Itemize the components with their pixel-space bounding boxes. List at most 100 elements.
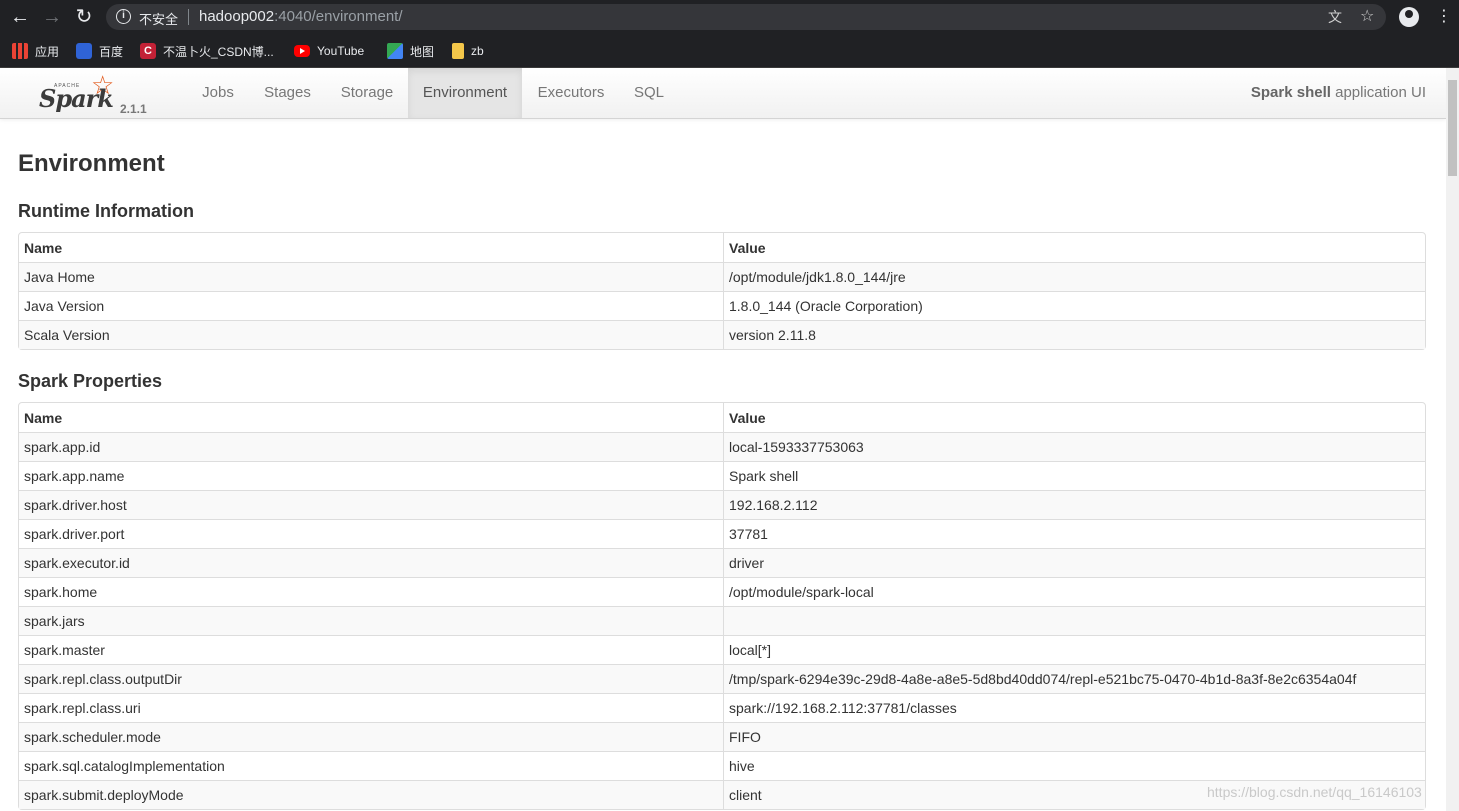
property-value-cell: driver [723, 548, 1425, 577]
spark-logo[interactable]: ☆ APACHE Spark 2.1.1 [36, 71, 156, 116]
version-label: 2.1.1 [120, 102, 147, 116]
spark-properties-table-body: spark.app.id local-1593337753063 spark.app… [19, 432, 1425, 809]
property-value-cell: 1.8.0_144 (Oracle Corporation) [723, 291, 1425, 320]
column-header-value[interactable]: Value [723, 403, 1425, 432]
bookmark-label: 地图 [410, 44, 435, 59]
back-arrow-icon[interactable]: ← [8, 5, 32, 29]
page-title: Environment [18, 150, 165, 177]
url-path: :4040/environment/ [274, 8, 403, 25]
property-value-cell: /opt/module/jdk1.8.0_144/jre [723, 262, 1425, 291]
maps-icon [387, 43, 403, 59]
url-host: hadoop002 [199, 8, 275, 25]
star-icon[interactable]: ☆ [1360, 9, 1374, 25]
property-value-cell: 37781 [723, 519, 1425, 548]
table-header-row: Name Value [19, 233, 1425, 262]
property-name-cell: spark.repl.class.uri [19, 693, 723, 722]
apps-grid-icon [12, 43, 28, 59]
scrollbar-thumb[interactable] [1448, 80, 1457, 176]
property-value-cell: hive [723, 751, 1425, 780]
table-row: Java Home/opt/module/jdk1.8.0_144/jre [19, 262, 1425, 291]
tab-environment[interactable]: Environment [408, 68, 522, 118]
table-row: Scala Version version 2.11.8 [19, 320, 1425, 349]
property-name-cell: spark.sql.catalogImplementation [19, 751, 723, 780]
property-value-cell: spark://192.168.2.112:37781/classes [723, 693, 1425, 722]
profile-avatar-icon[interactable] [1399, 7, 1419, 27]
bookmark-baidu[interactable]: 百度 [76, 42, 123, 60]
tab-jobs[interactable]: Jobs [188, 68, 248, 118]
property-value-cell: 192.168.2.112 [723, 490, 1425, 519]
url-text[interactable]: hadoop002:4040/environment/ [199, 8, 403, 25]
info-icon[interactable]: i [116, 9, 131, 24]
property-name-cell: spark.driver.host [19, 490, 723, 519]
property-name-cell: Java Version [19, 291, 723, 320]
bookmark-zb[interactable]: zb [452, 42, 484, 60]
reload-icon[interactable]: ↻ [72, 5, 96, 29]
bookmark-label: YouTube [317, 44, 365, 58]
property-name-cell: spark.app.id [19, 432, 723, 461]
property-name-cell: spark.jars [19, 606, 723, 635]
tab-stages[interactable]: Stages [250, 68, 325, 118]
property-name-cell: spark.driver.port [19, 519, 723, 548]
table-row: spark.executor.id driver [19, 548, 1425, 577]
property-name-cell: spark.scheduler.mode [19, 722, 723, 751]
bookmark-apps[interactable]: 应用 [12, 42, 59, 60]
translate-icon[interactable]: 文 [1328, 9, 1342, 25]
table-row: spark.scheduler.mode FIFO [19, 722, 1425, 751]
csdn-icon: C [140, 43, 156, 59]
table-row: spark.home/opt/module/spark-local [19, 577, 1425, 606]
table-row: spark.master local[*] [19, 635, 1425, 664]
security-label[interactable]: 不安全 [139, 9, 178, 28]
address-bar[interactable]: i 不安全 hadoop002:4040/environment/ 文 ☆ [106, 4, 1386, 30]
divider [188, 9, 189, 25]
table-row: spark.repl.class.outputDir/tmp/spark-629… [19, 664, 1425, 693]
bookmark-label: 百度 [99, 44, 124, 59]
browser-toolbar: ← → ↻ i 不安全 hadoop002:4040/environment/ … [0, 0, 1459, 34]
column-header-value[interactable]: Value [723, 233, 1425, 262]
property-value-cell [723, 606, 1425, 635]
bookmark-label: zb [471, 44, 484, 58]
property-value-cell: version 2.11.8 [723, 320, 1425, 349]
forward-arrow-icon[interactable]: → [40, 5, 64, 29]
bookmark-csdn[interactable]: C 不温卜火_CSDN博... [140, 42, 274, 60]
bookmark-maps[interactable]: 地图 [387, 42, 434, 60]
property-value-cell: /tmp/spark-6294e39c-29d8-4a8e-a8e5-5d8bd… [723, 664, 1425, 693]
spark-properties-table: Name Value spark.app.id local-15933377530… [18, 402, 1426, 810]
property-name-cell: spark.repl.class.outputDir [19, 664, 723, 693]
property-name-cell: Java Home [19, 262, 723, 291]
property-value-cell: Spark shell [723, 461, 1425, 490]
property-name-cell: spark.app.name [19, 461, 723, 490]
table-header-row: Name Value [19, 403, 1425, 432]
bookmark-label: 不温卜火_CSDN博... [163, 44, 274, 59]
more-menu-icon[interactable]: ⋮ [1436, 6, 1452, 28]
spark-navbar: ☆ APACHE Spark 2.1.1 Jobs Stages Storage… [0, 68, 1446, 119]
bookmarks-bar: 应用 百度 C 不温卜火_CSDN博... YouTube 地图 zb [0, 34, 1459, 68]
table-row: spark.jars [19, 606, 1425, 635]
tab-storage[interactable]: Storage [327, 68, 407, 118]
table-row: spark.sql.catalogImplementation hive [19, 751, 1425, 780]
vertical-scrollbar[interactable] [1446, 68, 1459, 811]
page-content: Environment Runtime Information Name Val… [18, 119, 1426, 810]
runtime-table-body: Java Home/opt/module/jdk1.8.0_144/jre Jav… [19, 262, 1425, 349]
column-header-name[interactable]: Name [19, 403, 723, 432]
property-value-cell: FIFO [723, 722, 1425, 751]
watermark: https://blog.csdn.net/qq_16146103 [1207, 784, 1422, 800]
property-name-cell: spark.executor.id [19, 548, 723, 577]
logo-spark-text: Spark [39, 84, 114, 113]
tab-sql[interactable]: SQL [620, 68, 678, 118]
table-row: spark.driver.port 37781 [19, 519, 1425, 548]
property-name-cell: spark.master [19, 635, 723, 664]
property-value-cell: /opt/module/spark-local [723, 577, 1425, 606]
property-name-cell: spark.submit.deployMode [19, 780, 723, 809]
tab-executors[interactable]: Executors [524, 68, 618, 118]
baidu-icon [76, 43, 92, 59]
property-value-cell: local[*] [723, 635, 1425, 664]
table-row: spark.app.id local-1593337753063 [19, 432, 1425, 461]
column-header-name[interactable]: Name [19, 233, 723, 262]
table-row: spark.app.name Spark shell [19, 461, 1425, 490]
bookmark-youtube[interactable]: YouTube [294, 42, 364, 60]
runtime-heading: Runtime Information [18, 201, 194, 221]
property-value-cell: local-1593337753063 [723, 432, 1425, 461]
property-name-cell: Scala Version [19, 320, 723, 349]
table-row: spark.driver.host 192.168.2.112 [19, 490, 1425, 519]
table-row: Java Version 1.8.0_144 (Oracle Corporatio… [19, 291, 1425, 320]
